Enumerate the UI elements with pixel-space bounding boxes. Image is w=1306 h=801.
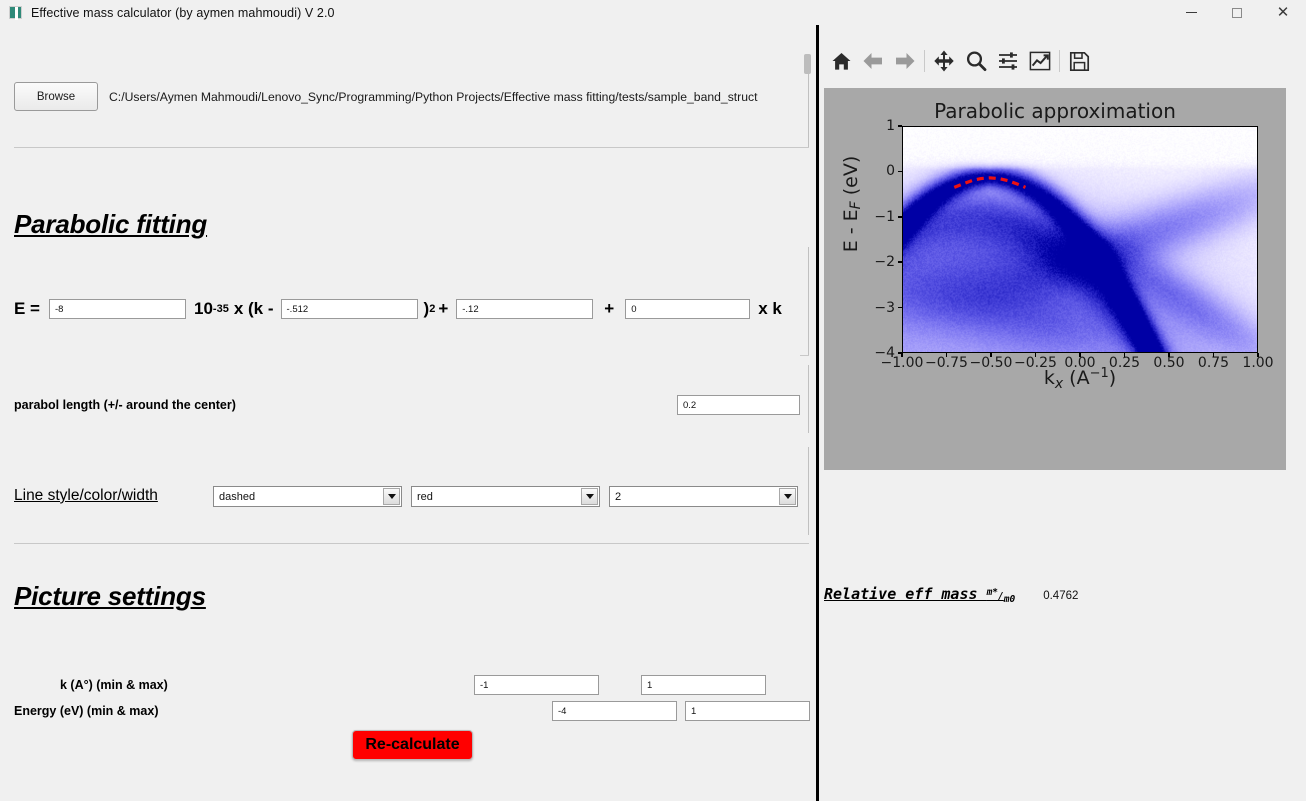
line-style-label: Line style/color/width	[14, 487, 158, 504]
effective-mass-label: Relative eff mass m*/m0	[824, 585, 1016, 605]
magnifier-icon[interactable]	[960, 45, 992, 77]
x-tick-mark	[1257, 353, 1259, 357]
offset-input[interactable]: -.12	[456, 299, 594, 319]
formula-tail: x k	[758, 299, 782, 318]
minimize-button[interactable]	[1168, 0, 1214, 25]
x-tick-mark	[1168, 353, 1170, 357]
x-tick-mark	[990, 353, 992, 357]
y-tick-label: −3	[874, 299, 895, 316]
line-width-value: 2	[615, 490, 622, 503]
center-input[interactable]: -.512	[280, 299, 418, 319]
x-tick-mark	[945, 353, 948, 357]
group-divider-line	[808, 447, 809, 535]
y-tick-mark	[898, 352, 902, 354]
maximize-icon	[1232, 7, 1242, 18]
formula-plus-1: +	[438, 299, 449, 318]
section-divider-1	[14, 147, 809, 148]
chart-plot-area[interactable]	[902, 126, 1258, 353]
parabolic-fitting-heading: Parabolic fitting	[14, 209, 208, 239]
file-path-text: C:/Users/Aymen Mahmoudi/Lenovo_Sync/Prog…	[109, 89, 758, 104]
x-tick-label: 1.00	[1242, 355, 1274, 371]
parabolic-fit-overlay	[953, 176, 1027, 189]
y-tick-mark	[898, 125, 902, 127]
formula-square-exponent: 2	[429, 303, 436, 315]
coefficient-input[interactable]: -8	[49, 299, 186, 319]
y-tick-mark	[898, 216, 902, 218]
chevron-down-icon	[779, 488, 796, 505]
chart-line-icon[interactable]	[1024, 45, 1056, 77]
formula-times-open: x (k -	[233, 299, 274, 318]
window-title: Effective mass calculator (by aymen mahm…	[31, 5, 335, 20]
line-color-select[interactable]: red	[411, 486, 600, 507]
move-icon[interactable]	[928, 45, 960, 77]
toolbar-separator-1	[924, 50, 925, 72]
parabol-length-label: parabol length (+/- around the center)	[14, 398, 236, 412]
settings-panel: Browse C:/Users/Aymen Mahmoudi/Lenovo_Sy…	[0, 25, 816, 801]
x-tick-mark	[1123, 353, 1126, 357]
line-style-select[interactable]: dashed	[213, 486, 402, 507]
arrow-right-icon[interactable]	[889, 45, 921, 77]
line-color-value: red	[417, 490, 433, 503]
maximize-button[interactable]	[1214, 0, 1260, 25]
group-divider-formula-bottom	[800, 355, 809, 356]
parabol-length-input[interactable]: 0.2	[677, 395, 800, 415]
home-icon[interactable]	[825, 45, 857, 77]
formula-lhs: E =	[14, 299, 40, 318]
y-tick-mark	[898, 261, 902, 263]
app-icon	[9, 6, 22, 20]
y-tick-label: −2	[874, 254, 895, 271]
sliders-icon[interactable]	[992, 45, 1024, 77]
linear-term-input[interactable]: 0	[625, 299, 751, 319]
figure-canvas[interactable]: Parabolic approximation E - EF (eV) kx (…	[824, 88, 1286, 470]
x-tick-mark	[1079, 353, 1081, 357]
toolbar-separator-2	[1059, 50, 1060, 72]
formula-row: E = -8 10 -35 x (k - -.512 ) 2 + -.12 + …	[14, 299, 782, 319]
recalculate-button[interactable]: Re-calculate	[352, 730, 473, 760]
y-tick-mark	[898, 170, 902, 173]
k-max-input[interactable]: 1	[641, 675, 766, 695]
window-title-bar: Effective mass calculator (by aymen mahm…	[0, 0, 1306, 25]
group-divider-length	[808, 365, 809, 433]
file-row: Browse C:/Users/Aymen Mahmoudi/Lenovo_Sy…	[14, 82, 758, 111]
parabolic-fit-line	[953, 176, 1027, 189]
formula-scale-exponent: -35	[212, 303, 229, 315]
chevron-down-icon	[581, 488, 598, 505]
x-tick-mark	[1034, 353, 1037, 357]
panel-scrollbar-thumb[interactable]	[804, 54, 811, 74]
energy-range-label: Energy (eV) (min & max)	[14, 704, 159, 718]
minimize-icon	[1185, 12, 1197, 13]
energy-max-input[interactable]: 1	[685, 701, 810, 721]
k-min-input[interactable]: -1	[474, 675, 599, 695]
energy-min-input[interactable]: -4	[552, 701, 677, 721]
line-style-value: dashed	[219, 490, 256, 503]
x-tick-mark	[1212, 353, 1215, 357]
close-icon: ✕	[1276, 4, 1290, 21]
floppy-disk-icon[interactable]	[1063, 45, 1095, 77]
plot-panel: Parabolic approximation E - EF (eV) kx (…	[819, 25, 1306, 801]
arrow-left-icon[interactable]	[857, 45, 889, 77]
picture-settings-heading: Picture settings	[14, 581, 206, 611]
y-tick-label: −1	[874, 208, 895, 225]
chevron-down-icon	[383, 488, 400, 505]
y-tick-label: 0	[886, 163, 895, 180]
y-tick-label: −4	[874, 345, 895, 361]
effective-mass-value: 0.4762	[1043, 590, 1079, 602]
section-divider-2	[14, 543, 809, 544]
window-client-area: Browse C:/Users/Aymen Mahmoudi/Lenovo_Sy…	[0, 25, 1306, 801]
effective-mass-result: Relative eff mass m*/m0 0.4762	[824, 585, 1078, 605]
group-divider-formula	[808, 247, 809, 355]
formula-scale-base: 10	[194, 299, 213, 318]
k-range-label: k (A°) (min & max)	[60, 678, 168, 692]
y-tick-mark	[898, 306, 902, 309]
y-tick-label: 1	[886, 118, 895, 134]
formula-plus-2: +	[604, 299, 615, 318]
line-width-select[interactable]: 2	[609, 486, 798, 507]
matplotlib-toolbar	[825, 42, 1095, 80]
browse-button[interactable]: Browse	[14, 82, 98, 111]
close-button[interactable]: ✕	[1260, 0, 1306, 25]
